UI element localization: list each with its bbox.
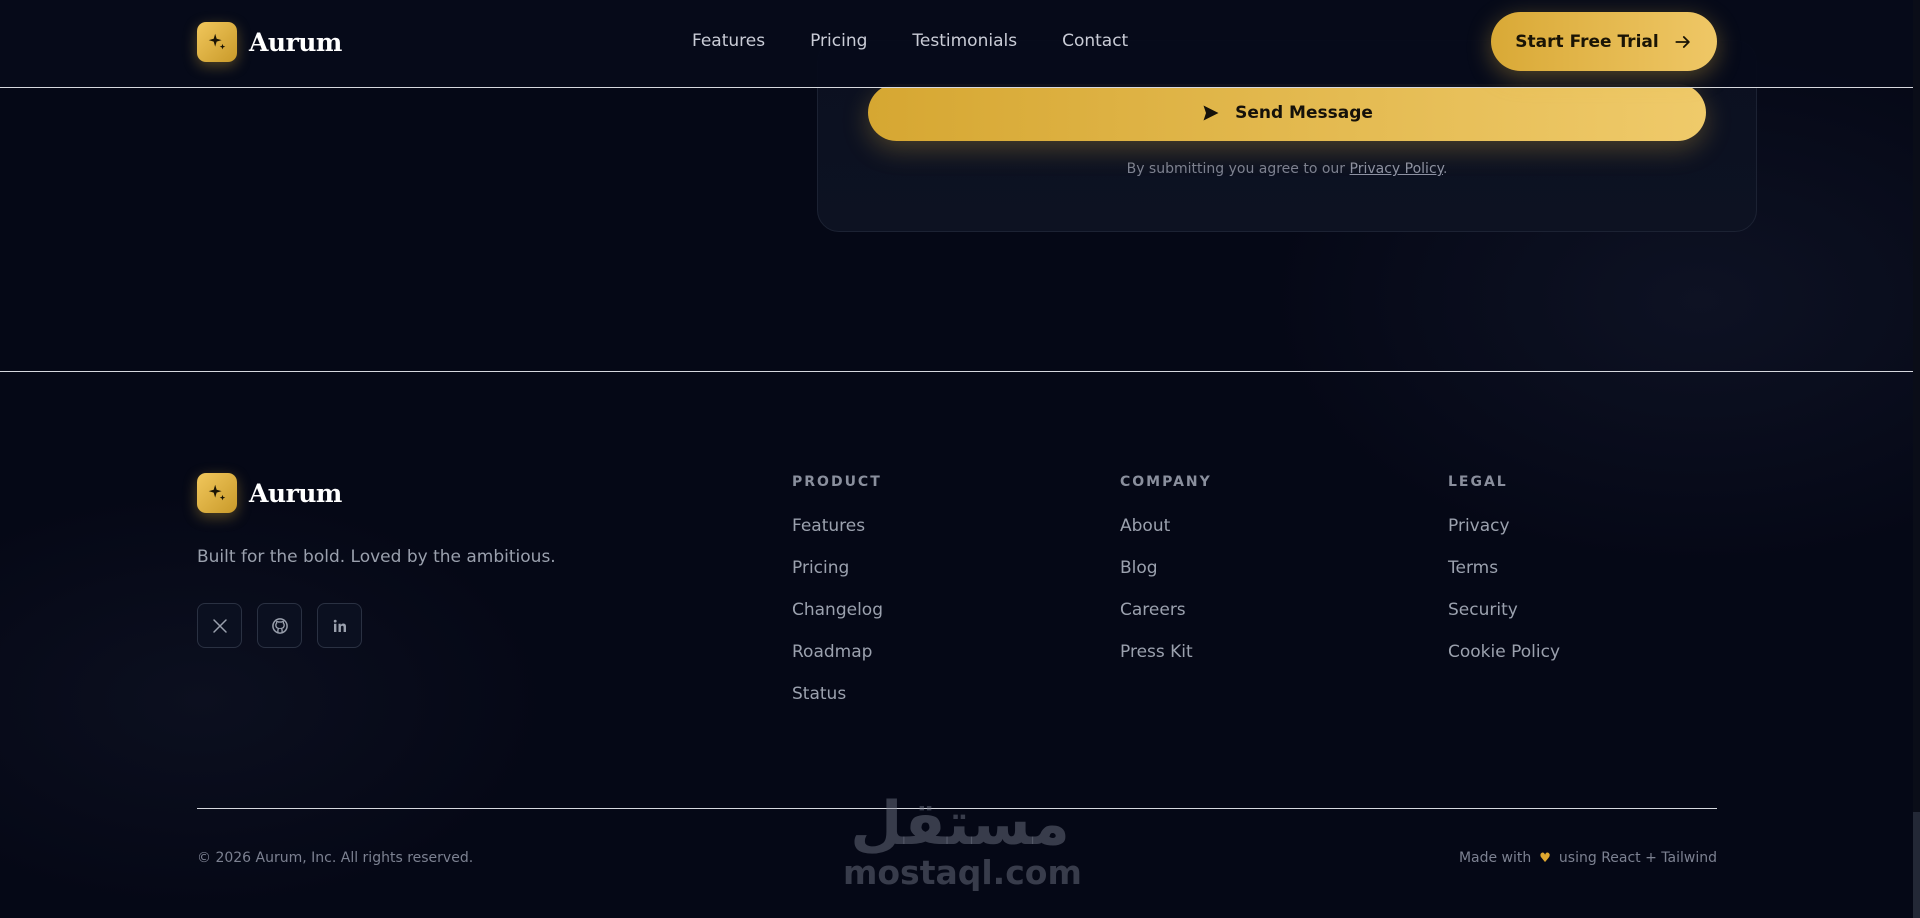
column-title: COMPANY [1120,474,1212,490]
footer-logo[interactable]: Aurum [197,473,342,513]
footer-link-changelog[interactable]: Changelog [792,600,883,620]
main-nav: Features Pricing Testimonials Contact [692,31,1128,51]
made-with-text: Made with ♥ using React + Tailwind [1459,850,1717,866]
mostaql-watermark: مستقل mostaql.com [843,789,1082,892]
copyright-text: © 2026 Aurum, Inc. All rights reserved. [197,850,474,866]
footer-link-pricing[interactable]: Pricing [792,558,883,578]
nav-testimonials[interactable]: Testimonials [912,31,1017,51]
footer-link-careers[interactable]: Careers [1120,600,1212,620]
nav-features[interactable]: Features [692,31,765,51]
heart-icon: ♥ [1539,850,1551,866]
footer-column-legal: LEGAL Privacy Terms Security Cookie Poli… [1448,474,1560,662]
linkedin-icon [333,619,346,632]
site-header: Aurum Features Pricing Testimonials Cont… [0,0,1913,88]
consent-text: By submitting you agree to our Privacy P… [817,161,1757,177]
footer-link-blog[interactable]: Blog [1120,558,1212,578]
footer-link-press-kit[interactable]: Press Kit [1120,642,1212,662]
cta-label: Start Free Trial [1515,31,1659,52]
footer-link-privacy[interactable]: Privacy [1448,516,1560,536]
page-scrollbar[interactable] [1913,0,1920,918]
send-message-button[interactable]: Send Message [868,84,1706,141]
send-message-label: Send Message [1235,102,1373,123]
header-logo[interactable]: Aurum [197,22,342,62]
footer-brand-name: Aurum [249,478,342,508]
footer-link-about[interactable]: About [1120,516,1212,536]
footer-link-features[interactable]: Features [792,516,883,536]
footer-tagline: Built for the bold. Loved by the ambitio… [197,547,556,567]
scrollbar-thumb[interactable] [1913,812,1920,918]
start-free-trial-button[interactable]: Start Free Trial [1491,12,1717,71]
made-with-suffix: using React + Tailwind [1558,850,1717,866]
nav-contact[interactable]: Contact [1062,31,1128,51]
column-title: PRODUCT [792,474,882,490]
made-with-prefix: Made with [1458,850,1532,866]
sparkle-logo-icon [197,473,237,513]
footer-link-cookie-policy[interactable]: Cookie Policy [1448,642,1560,662]
consent-prefix: By submitting you agree to our [1126,161,1350,177]
footer-link-security[interactable]: Security [1448,600,1560,620]
sparkle-logo-icon [197,22,237,62]
nav-pricing[interactable]: Pricing [810,31,867,51]
x-icon [212,618,227,633]
section-divider [0,371,1913,372]
send-icon [1203,105,1219,120]
brand-name: Aurum [249,27,342,57]
footer-link-status[interactable]: Status [792,684,883,704]
column-title: LEGAL [1448,474,1508,490]
x-social-button[interactable] [197,603,242,648]
github-social-button[interactable] [257,603,302,648]
watermark-arabic: مستقل [850,789,1070,859]
consent-suffix: . [1442,161,1448,177]
arrow-right-icon [1675,35,1690,48]
footer-link-terms[interactable]: Terms [1448,558,1560,578]
footer-link-roadmap[interactable]: Roadmap [792,642,883,662]
privacy-policy-link[interactable]: Privacy Policy [1350,161,1443,177]
linkedin-social-button[interactable] [317,603,362,648]
footer-column-product: PRODUCT Features Pricing Changelog Roadm… [792,474,883,704]
watermark-latin: mostaql.com [843,853,1082,892]
social-links [197,603,362,648]
footer-column-company: COMPANY About Blog Careers Press Kit [1120,474,1212,662]
github-icon [271,617,288,634]
